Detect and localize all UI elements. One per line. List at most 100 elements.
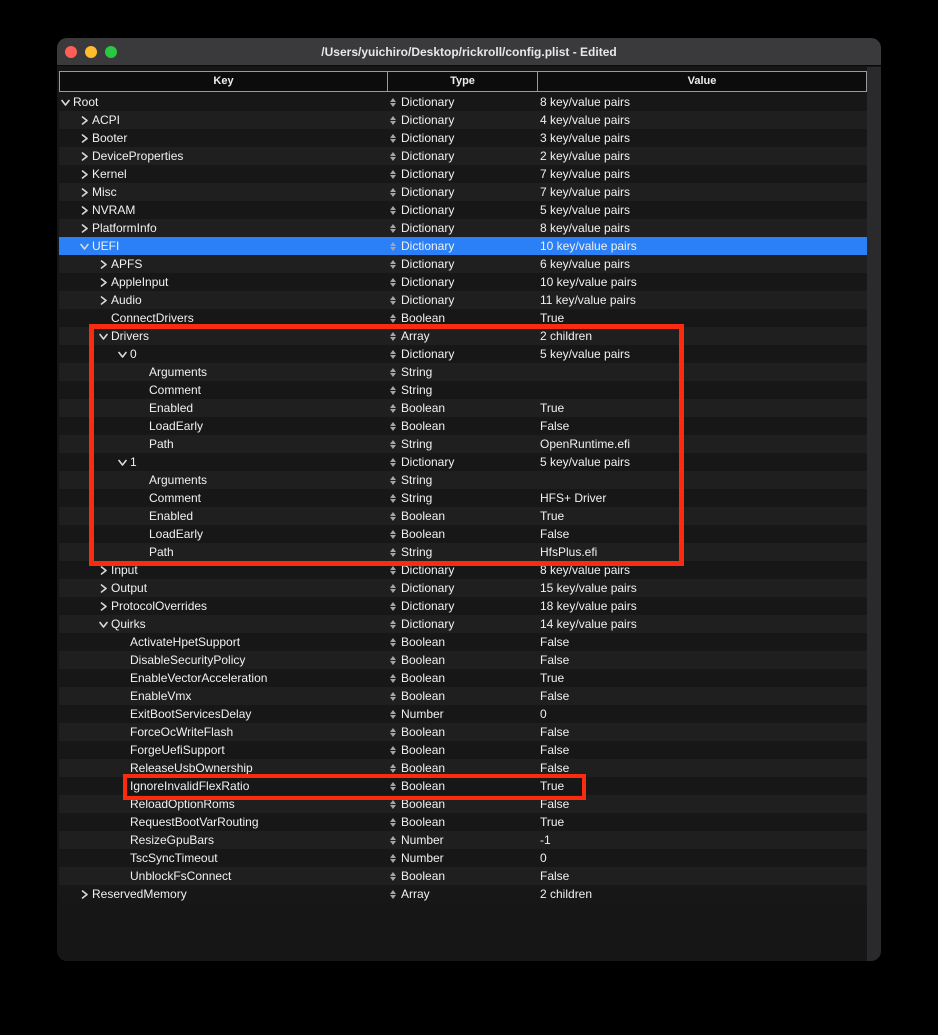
chevron-right-icon[interactable]	[79, 134, 89, 143]
updown-stepper-icon[interactable]	[390, 584, 396, 593]
table-row[interactable]: Misc Dictionary 7 key/value pairs	[59, 183, 867, 201]
updown-stepper-icon[interactable]	[390, 458, 396, 467]
value-label[interactable]: 5 key/value pairs	[540, 203, 630, 217]
value-label[interactable]: 10 key/value pairs	[540, 275, 637, 289]
updown-stepper-icon[interactable]	[390, 836, 396, 845]
table-row[interactable]: ActivateHpetSupport Boolean False	[59, 633, 867, 651]
table-row[interactable]: ProtocolOverrides Dictionary 18 key/valu…	[59, 597, 867, 615]
value-label[interactable]: 8 key/value pairs	[540, 221, 630, 235]
chevron-right-icon[interactable]	[98, 278, 108, 287]
table-row[interactable]: APFS Dictionary 6 key/value pairs	[59, 255, 867, 273]
value-label[interactable]: 3 key/value pairs	[540, 131, 630, 145]
updown-stepper-icon[interactable]	[390, 296, 396, 305]
updown-stepper-icon[interactable]	[390, 224, 396, 233]
table-row[interactable]: LoadEarly Boolean False	[59, 417, 867, 435]
chevron-down-icon[interactable]	[98, 332, 108, 341]
value-label[interactable]: 2 key/value pairs	[540, 149, 630, 163]
scrollbar-track[interactable]	[867, 67, 881, 961]
updown-stepper-icon[interactable]	[390, 476, 396, 485]
value-label[interactable]: 15 key/value pairs	[540, 581, 637, 595]
updown-stepper-icon[interactable]	[390, 800, 396, 809]
updown-stepper-icon[interactable]	[390, 386, 396, 395]
chevron-down-icon[interactable]	[117, 350, 127, 359]
chevron-down-icon[interactable]	[117, 458, 127, 467]
table-row[interactable]: ForgeUefiSupport Boolean False	[59, 741, 867, 759]
value-label[interactable]: 2 children	[540, 887, 592, 901]
updown-stepper-icon[interactable]	[390, 638, 396, 647]
value-label[interactable]: 4 key/value pairs	[540, 113, 630, 127]
value-label[interactable]: False	[540, 635, 569, 649]
table-row[interactable]: Arguments String	[59, 471, 867, 489]
table-row[interactable]: ACPI Dictionary 4 key/value pairs	[59, 111, 867, 129]
value-label[interactable]: True	[540, 779, 564, 793]
table-row[interactable]: ReservedMemory Array 2 children	[59, 885, 867, 903]
value-label[interactable]: 2 children	[540, 329, 592, 343]
chevron-right-icon[interactable]	[79, 206, 89, 215]
table-row[interactable]: IgnoreInvalidFlexRatio Boolean True	[59, 777, 867, 795]
table-row[interactable]: Audio Dictionary 11 key/value pairs	[59, 291, 867, 309]
table-row[interactable]: 0 Dictionary 5 key/value pairs	[59, 345, 867, 363]
value-label[interactable]: False	[540, 869, 569, 883]
updown-stepper-icon[interactable]	[390, 278, 396, 287]
chevron-right-icon[interactable]	[98, 602, 108, 611]
updown-stepper-icon[interactable]	[390, 314, 396, 323]
table-row[interactable]: Output Dictionary 15 key/value pairs	[59, 579, 867, 597]
table-row[interactable]: UnblockFsConnect Boolean False	[59, 867, 867, 885]
updown-stepper-icon[interactable]	[390, 746, 396, 755]
updown-stepper-icon[interactable]	[390, 494, 396, 503]
chevron-right-icon[interactable]	[98, 260, 108, 269]
updown-stepper-icon[interactable]	[390, 620, 396, 629]
table-row[interactable]: Path String HfsPlus.efi	[59, 543, 867, 561]
value-label[interactable]: 5 key/value pairs	[540, 455, 630, 469]
value-label[interactable]: True	[540, 401, 564, 415]
table-row[interactable]: Booter Dictionary 3 key/value pairs	[59, 129, 867, 147]
updown-stepper-icon[interactable]	[390, 512, 396, 521]
table-row[interactable]: Comment String	[59, 381, 867, 399]
table-row[interactable]: Path String OpenRuntime.efi	[59, 435, 867, 453]
table-row[interactable]: DeviceProperties Dictionary 2 key/value …	[59, 147, 867, 165]
updown-stepper-icon[interactable]	[390, 188, 396, 197]
value-label[interactable]: HfsPlus.efi	[540, 545, 597, 559]
updown-stepper-icon[interactable]	[390, 98, 396, 107]
chevron-down-icon[interactable]	[79, 242, 89, 251]
column-header-key[interactable]: Key	[60, 72, 388, 91]
value-label[interactable]: False	[540, 419, 569, 433]
chevron-right-icon[interactable]	[98, 296, 108, 305]
window-titlebar[interactable]: /Users/yuichiro/Desktop/rickroll/config.…	[57, 38, 881, 66]
value-label[interactable]: False	[540, 527, 569, 541]
value-label[interactable]: True	[540, 815, 564, 829]
updown-stepper-icon[interactable]	[390, 260, 396, 269]
value-label[interactable]: False	[540, 797, 569, 811]
table-row[interactable]: ResizeGpuBars Number -1	[59, 831, 867, 849]
updown-stepper-icon[interactable]	[390, 242, 396, 251]
value-label[interactable]: 6 key/value pairs	[540, 257, 630, 271]
value-label[interactable]: True	[540, 311, 564, 325]
chevron-right-icon[interactable]	[79, 152, 89, 161]
updown-stepper-icon[interactable]	[390, 440, 396, 449]
value-label[interactable]: True	[540, 509, 564, 523]
chevron-right-icon[interactable]	[79, 116, 89, 125]
updown-stepper-icon[interactable]	[390, 782, 396, 791]
updown-stepper-icon[interactable]	[390, 368, 396, 377]
table-row[interactable]: EnableVmx Boolean False	[59, 687, 867, 705]
table-row[interactable]: ReleaseUsbOwnership Boolean False	[59, 759, 867, 777]
value-label[interactable]: 8 key/value pairs	[540, 563, 630, 577]
value-label[interactable]: 10 key/value pairs	[540, 239, 637, 253]
table-row[interactable]: 1 Dictionary 5 key/value pairs	[59, 453, 867, 471]
table-row[interactable]: Enabled Boolean True	[59, 399, 867, 417]
table-row[interactable]: ForceOcWriteFlash Boolean False	[59, 723, 867, 741]
updown-stepper-icon[interactable]	[390, 854, 396, 863]
column-header-value[interactable]: Value	[538, 72, 866, 91]
value-label[interactable]: 7 key/value pairs	[540, 167, 630, 181]
updown-stepper-icon[interactable]	[390, 764, 396, 773]
updown-stepper-icon[interactable]	[390, 890, 396, 899]
table-row[interactable]: Root Dictionary 8 key/value pairs	[59, 93, 867, 111]
value-label[interactable]: 0	[540, 707, 547, 721]
updown-stepper-icon[interactable]	[390, 692, 396, 701]
updown-stepper-icon[interactable]	[390, 422, 396, 431]
chevron-right-icon[interactable]	[79, 170, 89, 179]
updown-stepper-icon[interactable]	[390, 710, 396, 719]
updown-stepper-icon[interactable]	[390, 332, 396, 341]
table-row[interactable]: Quirks Dictionary 14 key/value pairs	[59, 615, 867, 633]
value-label[interactable]: False	[540, 743, 569, 757]
